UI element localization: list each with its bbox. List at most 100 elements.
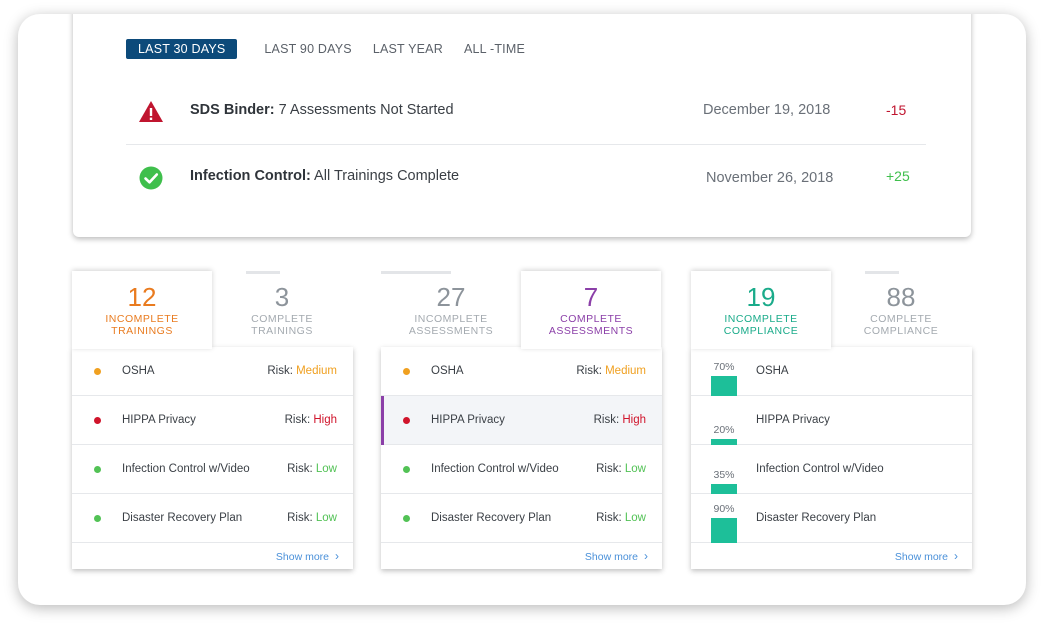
progress-percent: 35% — [713, 469, 735, 481]
incomplete-assessments-count: 27 — [436, 282, 466, 312]
label-line: INCOMPLETE — [105, 313, 179, 325]
show-more-link[interactable]: Show more › — [585, 549, 648, 563]
risk-prefix: Risk: — [287, 463, 313, 475]
incomplete-compliance-label: INCOMPLETE COMPLIANCE — [691, 313, 831, 337]
tab-last-year[interactable]: LAST YEAR — [373, 42, 443, 56]
complete-assessments-count: 7 — [583, 282, 599, 312]
item-name: Disaster Recovery Plan — [122, 512, 243, 524]
progress-percent: 70% — [713, 361, 735, 373]
label-line: COMPLETE — [560, 313, 622, 325]
risk-dot — [94, 368, 101, 375]
risk-dot — [94, 466, 101, 473]
show-more-label: Show more — [894, 551, 948, 563]
label-line: COMPLETE — [251, 313, 313, 325]
progress-bar — [711, 484, 737, 494]
risk-prefix: Risk: — [593, 414, 620, 426]
tab-complete-assessments[interactable]: 7 COMPLETE ASSESSMENTS — [521, 271, 661, 349]
period-tabs: LAST 30 DAYS LAST 90 DAYS LAST YEAR ALL … — [126, 39, 546, 59]
activity-delta: +25 — [886, 168, 910, 184]
risk-dot — [403, 417, 410, 424]
risk-label: Risk: Low — [596, 463, 646, 475]
activity-row[interactable]: SDS Binder: 7 Assessments Not Started De… — [126, 82, 926, 145]
list-item[interactable]: HIPPA Privacy Risk: High — [72, 396, 353, 445]
chevron-right-icon: › — [644, 549, 648, 563]
item-name: Infection Control w/Video — [122, 463, 250, 475]
risk-value: Medium — [296, 365, 337, 377]
list-item[interactable]: Disaster Recovery Plan Risk: Low — [72, 494, 353, 543]
activity-row[interactable]: Infection Control: All Trainings Complet… — [126, 148, 926, 208]
list-item[interactable]: OSHA Risk: Medium — [381, 347, 662, 396]
item-name: OSHA — [431, 365, 464, 377]
list-item[interactable]: 35% Infection Control w/Video — [691, 445, 972, 494]
label-line: COMPLIANCE — [863, 325, 939, 337]
incomplete-compliance-count: 19 — [746, 282, 776, 312]
tab-complete-compliance[interactable]: 88 COMPLETE COMPLIANCE — [831, 271, 971, 349]
activity-text: Infection Control: All Trainings Complet… — [190, 168, 459, 184]
risk-value: Low — [624, 463, 646, 475]
list-item[interactable]: OSHA Risk: Medium — [72, 347, 353, 396]
complete-trainings-label: COMPLETE TRAININGS — [212, 313, 352, 337]
show-more-label: Show more — [275, 551, 329, 563]
tab-incomplete-assessments[interactable]: 27 INCOMPLETE ASSESSMENTS — [381, 271, 521, 349]
risk-dot — [403, 368, 410, 375]
compliance-panel: 19 INCOMPLETE COMPLIANCE 88 COMPLETE COMPL… — [691, 271, 972, 569]
activity-description: 7 Assessments Not Started — [274, 102, 454, 118]
incomplete-trainings-count: 12 — [127, 282, 157, 312]
tab-last-30-days[interactable]: LAST 30 DAYS — [126, 39, 238, 59]
label-line: TRAININGS — [251, 325, 313, 337]
chevron-right-icon: › — [954, 549, 958, 563]
progress-percent: 90% — [713, 503, 735, 515]
risk-prefix: Risk: — [287, 512, 313, 524]
list-item[interactable]: Infection Control w/Video Risk: Low — [72, 445, 353, 494]
list-item[interactable]: HIPPA Privacy Risk: High — [381, 396, 662, 445]
risk-prefix: Risk: — [596, 463, 622, 475]
risk-prefix: Risk: — [267, 365, 293, 377]
risk-label: Risk: Medium — [576, 365, 646, 377]
risk-prefix: Risk: — [284, 414, 311, 426]
trainings-panel: 12 INCOMPLETE TRAININGS 3 COMPLETE TRAININ… — [72, 271, 353, 569]
tab-grip — [865, 271, 899, 274]
tab-incomplete-compliance[interactable]: 19 INCOMPLETE COMPLIANCE — [691, 271, 831, 349]
tab-incomplete-trainings[interactable]: 12 INCOMPLETE TRAININGS — [72, 271, 212, 349]
tab-all-time[interactable]: ALL -TIME — [464, 42, 525, 56]
compliance-list: 70% OSHA 20% HIPPA Privacy 35% Infection… — [691, 347, 972, 569]
risk-label: Risk: Low — [287, 463, 337, 475]
activity-title: SDS Binder: — [190, 102, 275, 118]
progress-bar — [711, 518, 737, 543]
activity-title: Infection Control: — [190, 168, 311, 184]
show-more-link[interactable]: Show more › — [895, 549, 958, 563]
tab-grip — [246, 271, 280, 274]
label-line: INCOMPLETE — [724, 313, 798, 325]
check-circle-icon — [139, 166, 163, 190]
risk-value: Low — [315, 463, 337, 475]
show-more-link[interactable]: Show more › — [276, 549, 339, 563]
risk-value: High — [622, 414, 646, 426]
item-name: HIPPA Privacy — [122, 414, 196, 426]
risk-dot — [403, 515, 410, 522]
item-name: Disaster Recovery Plan — [756, 512, 877, 524]
incomplete-trainings-label: INCOMPLETE TRAININGS — [72, 313, 212, 337]
risk-value: High — [313, 414, 337, 426]
tab-complete-trainings[interactable]: 3 COMPLETE TRAININGS — [212, 271, 352, 349]
complete-compliance-count: 88 — [886, 282, 916, 312]
list-item[interactable]: 20% HIPPA Privacy — [691, 396, 972, 445]
label-line: INCOMPLETE — [414, 313, 488, 325]
progress-percent: 20% — [713, 424, 735, 436]
incomplete-assessments-label: INCOMPLETE ASSESSMENTS — [381, 313, 521, 337]
chevron-right-icon: › — [335, 549, 339, 563]
progress-bar — [711, 376, 737, 396]
list-item[interactable]: Disaster Recovery Plan Risk: Low — [381, 494, 662, 543]
list-item[interactable]: 90% Disaster Recovery Plan — [691, 494, 972, 543]
assessments-list: OSHA Risk: Medium HIPPA Privacy Risk: Hi… — [381, 347, 662, 569]
tab-last-90-days[interactable]: LAST 90 DAYS — [264, 42, 351, 56]
list-item[interactable]: Infection Control w/Video Risk: Low — [381, 445, 662, 494]
complete-assessments-label: COMPLETE ASSESSMENTS — [521, 313, 661, 337]
activity-date: December 19, 2018 — [703, 102, 831, 118]
tab-grip — [381, 271, 451, 274]
risk-label: Risk: Low — [287, 512, 337, 524]
risk-value: Low — [624, 512, 646, 524]
activity-text: SDS Binder: 7 Assessments Not Started — [190, 102, 454, 118]
warning-icon — [139, 101, 163, 122]
assessments-panel: 27 INCOMPLETE ASSESSMENTS 7 COMPLETE ASSES… — [381, 271, 662, 569]
list-item[interactable]: 70% OSHA — [691, 347, 972, 396]
